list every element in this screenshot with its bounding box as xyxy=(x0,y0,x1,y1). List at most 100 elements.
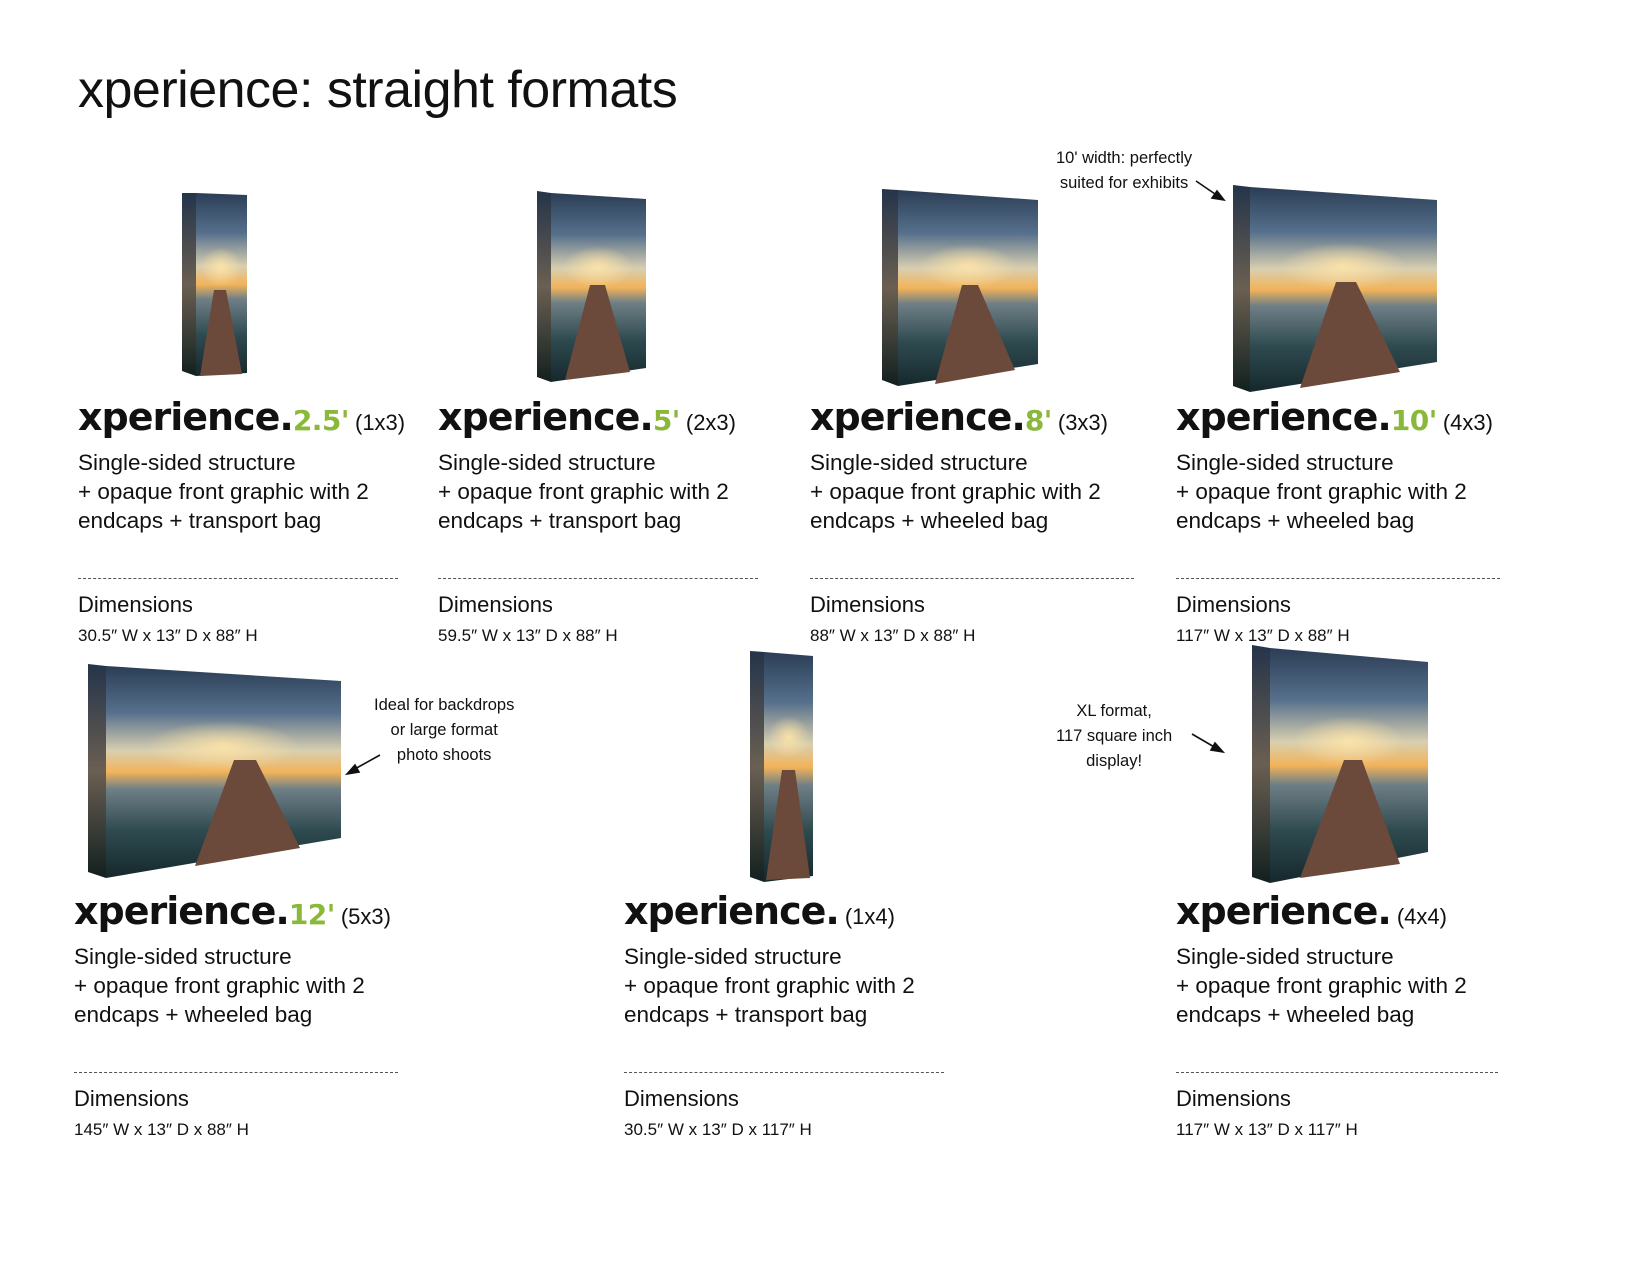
dimensions-label: Dimensions xyxy=(1176,592,1291,617)
product-image-1x4 xyxy=(750,651,819,882)
dimensions-label: Dimensions xyxy=(78,592,193,617)
description-line: endcaps + transport bag xyxy=(624,1002,868,1027)
product-card-4x3: xperience.10' (4x3) Single-sided structur… xyxy=(1176,398,1516,535)
dimensions-label: Dimensions xyxy=(1176,1086,1291,1111)
dashed-separator xyxy=(624,1072,944,1073)
product-card-3x3: xperience.8' (3x3) Single-sided structure… xyxy=(810,398,1150,535)
arrow-xl xyxy=(1191,733,1226,754)
dimensions-value: 88″ W x 13″ D x 88″ H xyxy=(810,626,976,645)
description-line: + opaque front graphic with 2 xyxy=(624,973,915,998)
product-card-5x3: xperience.12' (5x3) Single-sided structur… xyxy=(74,892,414,1029)
size-label: 12' xyxy=(288,898,336,931)
annotation-line: 117 square inch xyxy=(1056,727,1173,745)
description-line: + opaque front graphic with 2 xyxy=(1176,479,1467,504)
annotation-line: 10' width: perfectly xyxy=(1056,149,1193,167)
brand-name: xperience. xyxy=(624,889,840,933)
description-line: Single-sided structure xyxy=(74,944,292,969)
product-description: Single-sided structure + opaque front gr… xyxy=(810,448,1150,535)
dimensions-label: Dimensions xyxy=(438,592,553,617)
product-description: Single-sided structure + opaque front gr… xyxy=(438,448,778,535)
brand-name: xperience. xyxy=(1176,889,1392,933)
product-title: xperience.12' (5x3) xyxy=(74,892,414,930)
product-image-4x4 xyxy=(1252,645,1429,883)
description-line: endcaps + transport bag xyxy=(78,508,322,533)
arrow-exhibits xyxy=(1195,180,1226,202)
description-line: + opaque front graphic with 2 xyxy=(74,973,365,998)
description-line: Single-sided structure xyxy=(810,450,1028,475)
dimensions-value: 30.5″ W x 13″ D x 117″ H xyxy=(624,1120,812,1139)
format-label: (1x3) xyxy=(355,410,406,435)
product-card-1x3: xperience.2.5' (1x3) Single-sided structu… xyxy=(78,398,418,535)
brand-name: xperience. xyxy=(810,395,1026,439)
description-line: endcaps + wheeled bag xyxy=(1176,508,1415,533)
description-line: endcaps + wheeled bag xyxy=(1176,1002,1415,1027)
annotation-exhibits: 10' width: perfectly suited for exhibits xyxy=(1056,146,1192,196)
product-title: xperience.10' (4x3) xyxy=(1176,398,1516,436)
annotation-line: suited for exhibits xyxy=(1059,174,1189,192)
size-label: 10' xyxy=(1390,404,1438,437)
dimensions-label: Dimensions xyxy=(624,1086,739,1111)
annotation-line: XL format, xyxy=(1076,702,1152,720)
description-line: + opaque front graphic with 2 xyxy=(1176,973,1467,998)
description-line: endcaps + transport bag xyxy=(438,508,682,533)
description-line: Single-sided structure xyxy=(1176,450,1394,475)
dimensions-value: 117″ W x 13″ D x 88″ H xyxy=(1176,626,1350,645)
format-label: (2x3) xyxy=(685,410,736,435)
format-label: (4x3) xyxy=(1442,410,1493,435)
product-description: Single-sided structure + opaque front gr… xyxy=(78,448,418,535)
dimensions-label: Dimensions xyxy=(810,592,925,617)
product-card-2x3: xperience.5' (2x3) Single-sided structure… xyxy=(438,398,778,535)
format-label: (5x3) xyxy=(340,904,391,929)
product-image-2x3 xyxy=(537,191,648,382)
annotation-backdrops: Ideal for backdrops or large format phot… xyxy=(374,693,514,768)
annotation-line: photo shoots xyxy=(396,746,492,764)
size-label: 8' xyxy=(1024,404,1053,437)
size-label: 2.5' xyxy=(292,404,350,437)
brand-name: xperience. xyxy=(438,395,654,439)
product-description: Single-sided structure + opaque front gr… xyxy=(1176,942,1516,1029)
dashed-separator xyxy=(1176,1072,1498,1073)
brand-name: xperience. xyxy=(1176,395,1392,439)
annotation-xl: XL format, 117 square inch display! xyxy=(1056,699,1172,774)
product-title: xperience. (1x4) xyxy=(624,892,964,930)
description-line: Single-sided structure xyxy=(624,944,842,969)
format-label: (3x3) xyxy=(1057,410,1108,435)
product-image-1x3 xyxy=(182,193,251,376)
dashed-separator xyxy=(74,1072,398,1073)
product-card-4x4: xperience. (4x4) Single-sided structure +… xyxy=(1176,892,1516,1029)
product-description: Single-sided structure + opaque front gr… xyxy=(1176,448,1516,535)
description-line: Single-sided structure xyxy=(1176,944,1394,969)
product-image-3x3 xyxy=(882,189,1038,386)
dashed-separator xyxy=(438,578,758,579)
product-title: xperience.5' (2x3) xyxy=(438,398,778,436)
dimensions-value: 59.5″ W x 13″ D x 88″ H xyxy=(438,626,618,645)
description-line: Single-sided structure xyxy=(438,450,656,475)
annotation-line: or large format xyxy=(390,721,498,739)
format-label: (4x4) xyxy=(1396,904,1447,929)
size-label: 5' xyxy=(652,404,681,437)
dashed-separator xyxy=(1176,578,1500,579)
description-line: + opaque front graphic with 2 xyxy=(78,479,369,504)
dimensions-value: 30.5″ W x 13″ D x 88″ H xyxy=(78,626,258,645)
product-image-5x3 xyxy=(88,664,341,878)
description-line: Single-sided structure xyxy=(78,450,296,475)
dashed-separator xyxy=(810,578,1134,579)
format-label: (1x4) xyxy=(844,904,895,929)
brand-name: xperience. xyxy=(78,395,294,439)
product-title: xperience.8' (3x3) xyxy=(810,398,1150,436)
product-image-4x3 xyxy=(1233,185,1437,392)
page-title: xperience: straight formats xyxy=(78,61,678,119)
dimensions-label: Dimensions xyxy=(74,1086,189,1111)
description-line: + opaque front graphic with 2 xyxy=(810,479,1101,504)
product-description: Single-sided structure + opaque front gr… xyxy=(624,942,964,1029)
description-line: endcaps + wheeled bag xyxy=(74,1002,313,1027)
product-card-1x4: xperience. (1x4) Single-sided structure +… xyxy=(624,892,964,1029)
description-line: + opaque front graphic with 2 xyxy=(438,479,729,504)
annotation-line: Ideal for backdrops xyxy=(374,696,515,714)
product-title: xperience. (4x4) xyxy=(1176,892,1516,930)
brand-name: xperience. xyxy=(74,889,290,933)
dashed-separator xyxy=(78,578,398,579)
product-title: xperience.2.5' (1x3) xyxy=(78,398,418,436)
dimensions-value: 145″ W x 13″ D x 88″ H xyxy=(74,1120,249,1139)
product-description: Single-sided structure + opaque front gr… xyxy=(74,942,414,1029)
